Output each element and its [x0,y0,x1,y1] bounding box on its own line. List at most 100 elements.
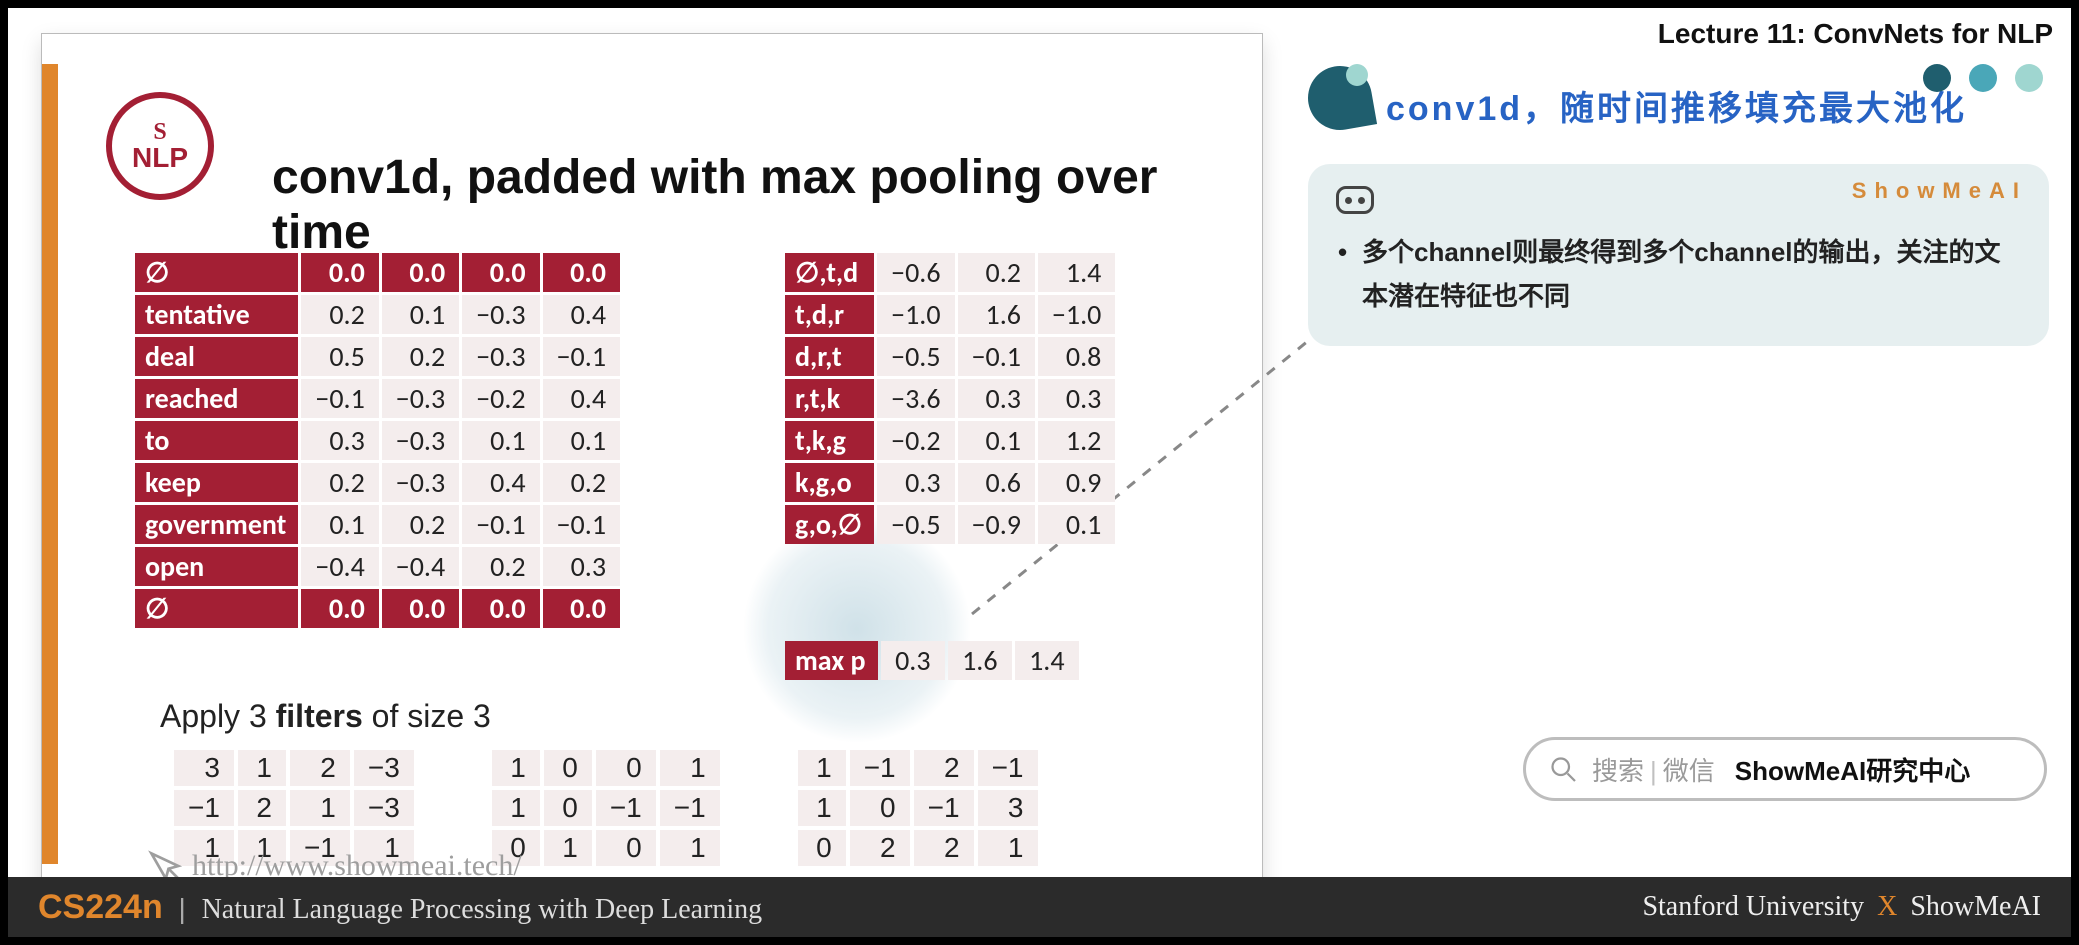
cell: 2 [290,750,350,786]
cell: 0.4 [543,295,620,334]
input-embedding-table: ∅0.00.00.00.0tentative0.20.1−0.30.4deal0… [132,250,623,631]
filter-table: 1−12−110−130221 [794,746,1042,870]
row-label: deal [135,337,298,376]
cell: 1 [290,790,350,826]
cell: −3 [354,790,414,826]
logo-top-text: S [153,120,166,144]
cell: 1.2 [1038,421,1115,460]
cell: 0.2 [382,337,459,376]
cell: 3 [978,790,1038,826]
notes-title: conv1d，随时间推移填充最大池化 [1386,81,1967,130]
cell: −0.6 [877,253,954,292]
row-label: ∅ [135,253,298,292]
cell: 0.0 [462,253,539,292]
cell: 1 [660,750,720,786]
row-label: government [135,505,298,544]
row-label: max p [785,641,878,680]
cell: 1 [492,750,540,786]
cell: 2 [238,790,286,826]
cell: 0.0 [301,589,378,628]
cell: 1 [798,750,846,786]
footer-bar: CS224n | Natural Language Processing wit… [8,877,2071,937]
search-pill[interactable]: 搜索|微信 ShowMeAI研究中心 [1523,737,2047,801]
cell: −0.1 [543,505,620,544]
robot-icon [1336,186,1374,214]
decorative-dots [1923,64,2043,92]
cell: −1 [850,750,910,786]
course-code: CS224n [38,888,163,926]
row-label: t,d,r [785,295,874,334]
cell: 2 [914,830,974,866]
cell: 0 [596,750,656,786]
cell: −3 [354,750,414,786]
cell: 0.0 [543,589,620,628]
cell: 1.4 [1038,253,1115,292]
cell: 0.3 [958,379,1035,418]
cell: 0 [850,790,910,826]
university-name: Stanford University [1642,891,1864,922]
cell: 0.4 [462,463,539,502]
cell: 0.4 [543,379,620,418]
filter-table: 100110−1−10101 [488,746,724,870]
row-label: g,o,∅ [785,505,874,544]
row-label: open [135,547,298,586]
cell: 0.3 [301,421,378,460]
cell: 0.0 [382,589,459,628]
cell: −0.4 [301,547,378,586]
row-label: to [135,421,298,460]
cell: 0.1 [462,421,539,460]
cell: 0.9 [1038,463,1115,502]
search-placeholder: 搜索|微信 [1592,751,1715,788]
apply-filters-label: Apply 3 filters of size 3 [160,698,491,735]
cell: 0.3 [543,547,620,586]
dot-icon [1923,64,1951,92]
cell: −0.3 [382,421,459,460]
cell: 0.0 [462,589,539,628]
cell: 1 [238,750,286,786]
cell: −0.1 [301,379,378,418]
cell: −0.5 [877,337,954,376]
cell: −0.2 [877,421,954,460]
blob-icon [1308,66,1372,130]
cell: 0.2 [301,463,378,502]
cell: −0.3 [382,463,459,502]
cell: 0.2 [543,463,620,502]
cell: 0.1 [301,505,378,544]
cell: 0.1 [1038,505,1115,544]
notes-panel: conv1d，随时间推移填充最大池化 ShowMeAI 多个channel则最终… [1308,56,2049,346]
cell: −1 [914,790,974,826]
cell: 1 [544,830,592,866]
cell: 2 [914,750,974,786]
cell: 0.1 [958,421,1035,460]
cell: −1.0 [1038,295,1115,334]
cell: 0.3 [877,463,954,502]
cell: −0.1 [543,337,620,376]
cell: −0.9 [958,505,1035,544]
row-label: tentative [135,295,298,334]
cell: −0.1 [958,337,1035,376]
cell: −1 [174,790,234,826]
row-label: k,g,o [785,463,874,502]
row-label: r,t,k [785,379,874,418]
cell: 0.3 [1038,379,1115,418]
cell: −0.3 [382,379,459,418]
cell: 1.6 [948,641,1012,680]
cell: 0.1 [382,295,459,334]
course-subtitle: Natural Language Processing with Deep Le… [202,894,763,925]
cell: −3.6 [877,379,954,418]
cell: −0.5 [877,505,954,544]
cell: 1 [798,790,846,826]
cell: 1 [492,790,540,826]
logo-bottom-text: NLP [132,144,188,172]
app-frame: Lecture 11: ConvNets for NLP S NLP conv1… [0,0,2079,945]
brand-name: ShowMeAI [1910,891,2041,922]
row-label: ∅,t,d [785,253,874,292]
cell: 1.6 [958,295,1035,334]
dot-icon [2015,64,2043,92]
stanford-nlp-logo: S NLP [106,92,214,200]
cell: −0.3 [462,295,539,334]
cell: 0 [544,790,592,826]
cell: −0.4 [382,547,459,586]
cell: 0.2 [462,547,539,586]
cell: 0.8 [1038,337,1115,376]
